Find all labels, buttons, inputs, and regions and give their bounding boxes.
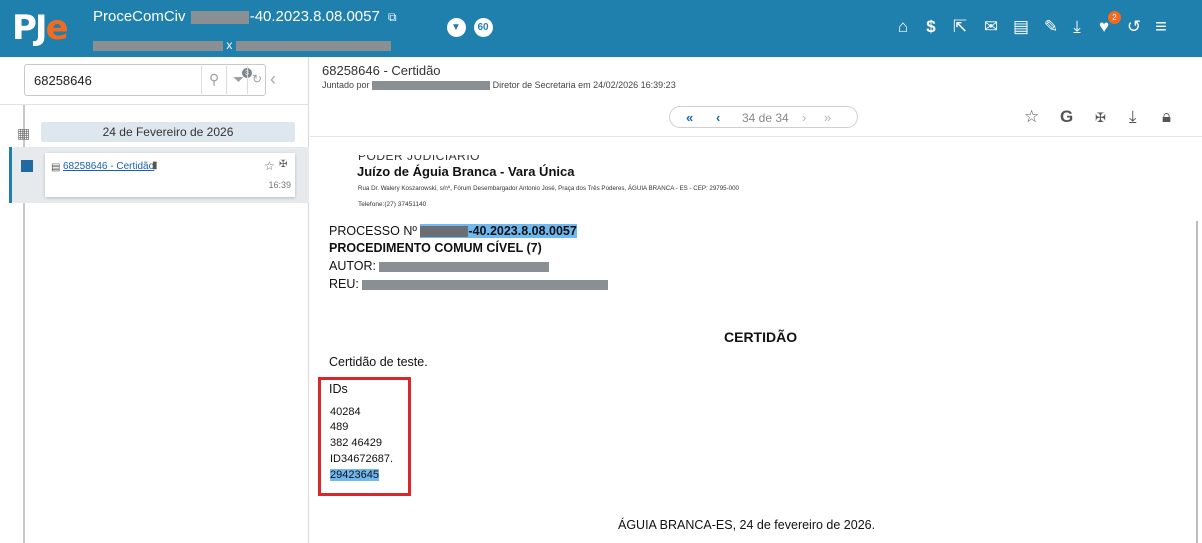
id-value: 40284 (330, 406, 361, 418)
menu-icon[interactable]: ≡ (1150, 16, 1172, 38)
timeline-document-row[interactable]: ▤ 68258646 - Certidão ▮ ☆ ✠ 16:39 (9, 147, 309, 203)
redacted-party (235, 40, 391, 51)
processo-line: PROCESSO Nº -40.2023.8.08.0057 (329, 224, 577, 238)
document-pager: « ‹ 34 de 34 › » (669, 106, 858, 128)
chevron-down-icon[interactable]: ▼ (445, 16, 467, 38)
next-page-icon[interactable]: › (802, 110, 806, 125)
divider (247, 66, 248, 94)
redacted-user (372, 81, 491, 91)
autor-label: AUTOR: (329, 259, 376, 273)
dollar-icon[interactable]: $ (920, 16, 942, 38)
top-bar: PJe ProceComCiv -40.2023.8.08.0057 ⧉ x ▼… (0, 0, 1202, 57)
file-plus-icon[interactable]: ▤ (1010, 16, 1032, 38)
autor-line: AUTOR: (329, 259, 550, 273)
calendar-icon: ▦ (17, 125, 31, 141)
pin-icon[interactable]: ✠ (279, 159, 287, 170)
reu-label: REU: (329, 277, 359, 291)
scrollbar[interactable] (1196, 221, 1198, 543)
processo-number: -40.2023.8.08.0057 (468, 224, 577, 238)
envelope-icon[interactable]: ✉ (980, 16, 1002, 38)
document-viewer: PODER JUDICIÁRIO Juízo de Águia Branca -… (310, 137, 1196, 543)
id-value: 489 (330, 421, 349, 433)
collapse-panel-icon[interactable]: ‹ (270, 69, 276, 90)
edit-icon[interactable]: ✎ (1040, 16, 1062, 38)
process-class: ProceComCiv (93, 8, 186, 25)
search-box: ⚲ ⏷3 ↻ (24, 64, 266, 96)
procedimento: PROCEDIMENTO COMUM CÍVEL (7) (329, 241, 542, 255)
id-value: ID34672687. (330, 453, 393, 465)
search-input[interactable] (26, 66, 201, 94)
document-link[interactable]: 68258646 - Certidão (63, 161, 154, 172)
lock-icon[interactable]: 🔒︎ (1162, 107, 1171, 127)
file-icon: ▤ (51, 162, 61, 173)
redacted-number (420, 226, 469, 238)
first-page-icon[interactable]: « (686, 110, 693, 125)
certidao-text: Certidão de teste. (329, 355, 428, 369)
search-icon[interactable]: ⚲ (209, 71, 219, 88)
timeline-panel: ⚲ ⏷3 ↻ ‹ ▦ 24 de Fevereiro de 2026 ▤ 682… (0, 57, 309, 543)
redacted-number (190, 10, 249, 24)
home-icon[interactable]: ⌂ (892, 16, 914, 38)
document-card[interactable]: ▤ 68258646 - Certidão ▮ ☆ ✠ 16:39 (45, 153, 295, 197)
redacted-reu (362, 279, 609, 290)
id-value-highlight: 29423645 (330, 469, 379, 481)
external-link-icon[interactable]: ⇱ (949, 16, 971, 38)
juntado-suffix: Diretor de Secretaria em 24/02/2026 16:3… (492, 80, 676, 90)
date-label: 24 de Fevereiro de 2026 (41, 122, 295, 142)
shield-bell-icon[interactable]: ♥ 2 (1093, 11, 1121, 38)
processo-label: PROCESSO Nº (329, 224, 417, 238)
process-number: -40.2023.8.08.0057 (249, 8, 380, 25)
court-address: Rua Dr. Walery Koszarowski, s/nº, Fórum … (358, 185, 739, 192)
process-parties: x (93, 38, 391, 52)
document-title: 68258646 - Certidão (322, 63, 441, 78)
redacted-autor (379, 261, 550, 272)
counter-badge[interactable]: 60 (472, 16, 494, 38)
certidao-title: CERTIDÃO (724, 329, 798, 345)
pin-icon[interactable]: ✠ (1095, 110, 1106, 126)
divider (0, 104, 309, 105)
processo-number-highlight: -40.2023.8.08.0057 (420, 224, 577, 238)
download-icon[interactable]: ⤓ (1129, 107, 1137, 127)
juntado-info: Juntado por Diretor de Secretaria em 24/… (322, 80, 676, 91)
document-time: 16:39 (268, 180, 291, 190)
previous-page-icon[interactable]: ‹ (716, 110, 720, 125)
id-value: 382 46429 (330, 437, 382, 449)
star-icon[interactable]: ☆ (264, 159, 275, 173)
page-indicator: 34 de 34 (742, 111, 789, 125)
pje-logo[interactable]: PJe (12, 8, 74, 48)
court-name: Juízo de Águia Branca - Vara Única (357, 164, 575, 179)
divider (226, 66, 227, 94)
process-title[interactable]: ProceComCiv -40.2023.8.08.0057 ⧉ (93, 8, 397, 25)
g-icon[interactable]: G (1060, 107, 1073, 127)
filter-icon[interactable]: ⏷3 (233, 68, 252, 88)
notification-badge: 2 (1108, 11, 1121, 24)
court-header: PODER JUDICIÁRIO (358, 149, 481, 163)
trash-icon[interactable]: ▮ (152, 160, 158, 171)
redacted-party (93, 40, 223, 51)
id-value-selected: 29423645 (330, 469, 379, 481)
document-marker (21, 160, 33, 172)
refresh-icon[interactable]: ↻ (252, 72, 262, 86)
star-icon[interactable]: ☆ (1024, 107, 1039, 127)
place-date: ÁGUIA BRANCA-ES, 24 de fevereiro de 2026… (618, 518, 876, 532)
ids-label: IDs (329, 382, 348, 396)
copy-icon[interactable]: ⧉ (388, 10, 397, 24)
juntado-prefix: Juntado por (322, 80, 370, 90)
divider (201, 66, 202, 94)
download-icon[interactable]: ⤓ (1066, 16, 1088, 38)
undo-icon[interactable]: ↺ (1123, 16, 1145, 38)
reu-line: REU: (329, 277, 609, 291)
parties-separator: x (226, 38, 233, 52)
last-page-icon[interactable]: » (824, 110, 831, 125)
court-phone: Telefone:(27) 37451140 (358, 201, 427, 208)
